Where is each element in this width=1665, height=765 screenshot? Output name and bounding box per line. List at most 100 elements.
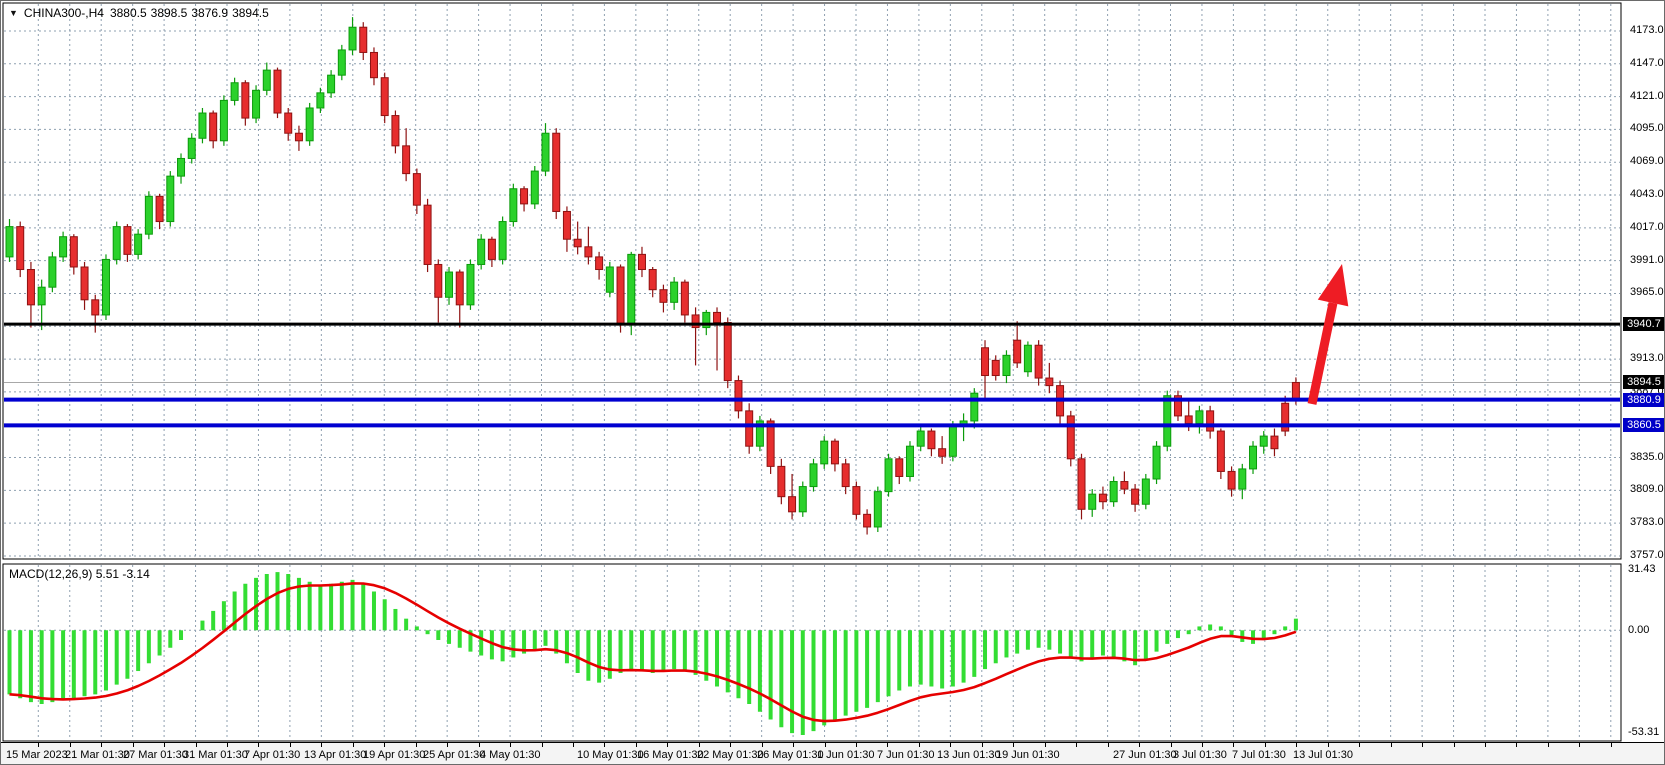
ohlc-high: 3898.5 [151, 6, 188, 20]
time-tick [856, 743, 857, 747]
pane-splitter[interactable] [1, 558, 1621, 565]
candle [1142, 474, 1149, 509]
price-level-badge: 3940.7 [1623, 317, 1665, 331]
candle [145, 191, 152, 239]
time-tick [1202, 743, 1203, 747]
candle [220, 95, 227, 145]
candle [724, 317, 731, 388]
time-tick [1391, 743, 1392, 747]
candle [199, 108, 206, 143]
price-axis-label: 4121.0 [1630, 90, 1664, 102]
price-axis-label: 4173.0 [1630, 24, 1664, 36]
time-tick [699, 743, 700, 747]
time-tick [1139, 743, 1140, 747]
time-tick [604, 743, 605, 747]
macd-scale-label: 31.43 [1628, 563, 1656, 575]
candle [885, 454, 892, 497]
time-tick [38, 743, 39, 747]
time-tick [290, 743, 291, 747]
time-tick [1296, 743, 1297, 747]
candle [338, 45, 345, 80]
time-tick [982, 743, 983, 747]
time-tick [510, 743, 511, 747]
symbol-dropdown-icon[interactable]: ▼ [9, 8, 18, 18]
time-axis-label: 27 Jun 01:30 [1113, 749, 1177, 761]
ohlc-low: 3876.9 [191, 6, 228, 20]
time-tick [762, 743, 763, 747]
time-axis-label: 31 Mar 01:30 [183, 749, 248, 761]
macd-scale-label: -53.31 [1628, 726, 1659, 738]
time-tick [1422, 743, 1423, 747]
price-axis-label: 3757.0 [1630, 549, 1664, 561]
candle [756, 416, 763, 451]
candle [1217, 429, 1224, 479]
time-tick [1579, 743, 1580, 747]
candle [906, 441, 913, 481]
price-axis-label: 4017.0 [1630, 221, 1664, 233]
time-tick [227, 743, 228, 747]
candle [467, 259, 474, 309]
price-axis-label: 4147.0 [1630, 57, 1664, 69]
candle [274, 68, 281, 118]
ohlc-close: 3894.5 [232, 6, 269, 20]
candle [874, 487, 881, 532]
candle [424, 199, 431, 272]
candle [628, 252, 635, 335]
time-tick [1454, 743, 1455, 747]
candle [499, 217, 506, 265]
candle [49, 252, 56, 292]
time-axis-label: 16 May 01:30 [637, 749, 704, 761]
time-axis-label: 25 Apr 01:30 [423, 749, 485, 761]
candle [1250, 441, 1257, 474]
time-tick [919, 743, 920, 747]
time-scale[interactable]: 15 Mar 202321 Mar 01:3027 Mar 01:3031 Ma… [1, 742, 1665, 765]
time-axis-label: 21 Mar 01:30 [65, 749, 130, 761]
time-tick [258, 743, 259, 747]
time-axis-label: 7 Jun 01:30 [877, 749, 935, 761]
candle [821, 436, 828, 469]
candle [1067, 411, 1074, 467]
price-axis-label: 4069.0 [1630, 155, 1664, 167]
time-tick [101, 743, 102, 747]
candle [531, 166, 538, 209]
time-axis-label: 19 Apr 01:30 [363, 749, 425, 761]
candle [746, 403, 753, 453]
price-axis-label: 4043.0 [1630, 188, 1664, 200]
candle [253, 85, 260, 123]
candle [1024, 341, 1031, 376]
chart-plot-svg [1, 1, 1665, 765]
time-axis-label: 3 Jul 01:30 [1173, 749, 1227, 761]
candle [306, 103, 313, 146]
candle [606, 262, 613, 297]
time-tick [1548, 743, 1549, 747]
time-tick [196, 743, 197, 747]
ohlc-open: 3880.5 [110, 6, 147, 20]
time-tick [730, 743, 731, 747]
time-axis-label: 26 May 01:30 [757, 749, 824, 761]
time-tick [321, 743, 322, 747]
macd-indicator-label: MACD(12,26,9) 5.51 -3.14 [9, 567, 150, 581]
time-tick [1171, 743, 1172, 747]
time-tick [887, 743, 888, 747]
candle [1153, 441, 1160, 484]
price-axis-label: 3991.0 [1630, 254, 1664, 266]
time-axis-label: 10 May 01:30 [577, 749, 644, 761]
time-tick [1611, 743, 1612, 747]
candle [617, 264, 624, 332]
price-axis-label: 4095.0 [1630, 122, 1664, 134]
candle [810, 459, 817, 492]
price-axis-label: 3835.0 [1630, 451, 1664, 463]
time-axis-label: 27 Mar 01:30 [123, 749, 188, 761]
price-axis-label: 3913.0 [1630, 352, 1664, 364]
time-tick [1233, 743, 1234, 747]
time-axis-label: 13 Jun 01:30 [937, 749, 1001, 761]
time-tick [793, 743, 794, 747]
time-tick [384, 743, 385, 747]
time-tick [542, 743, 543, 747]
time-axis-label: 15 Mar 2023 [6, 749, 68, 761]
time-tick [1516, 743, 1517, 747]
candle [799, 482, 806, 517]
symbol-timeframe-label: CHINA300-,H4 [24, 6, 104, 20]
candle [167, 171, 174, 227]
time-tick [950, 743, 951, 747]
